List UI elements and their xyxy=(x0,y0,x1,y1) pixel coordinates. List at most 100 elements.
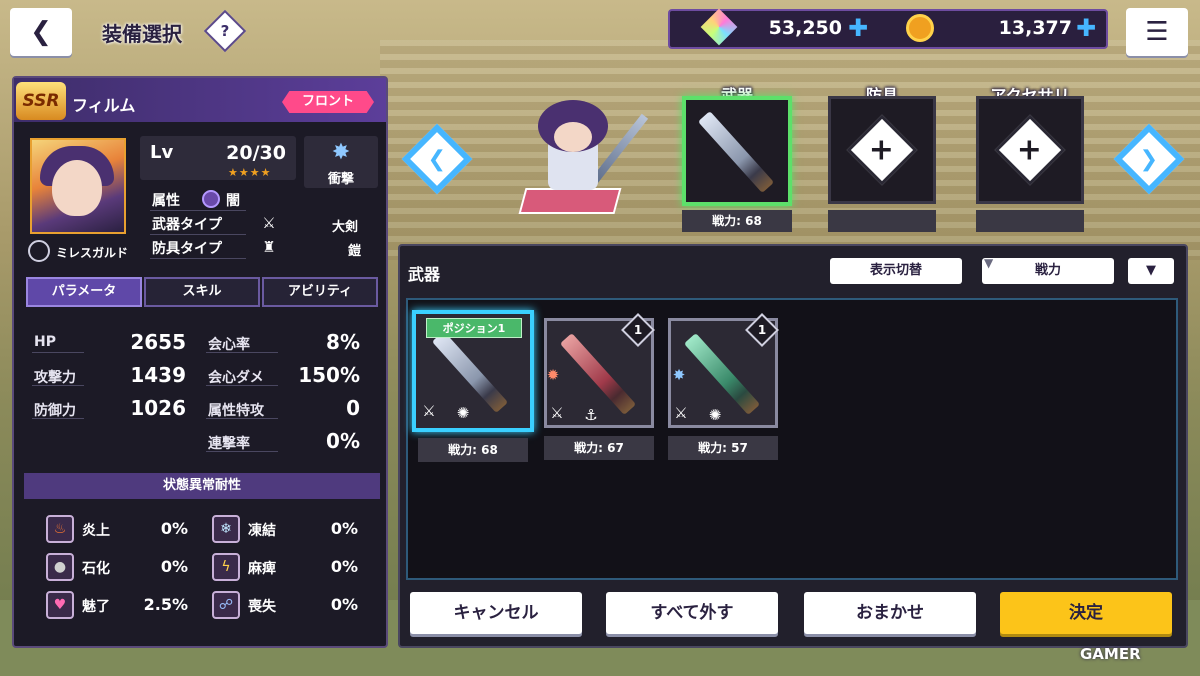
loss-icon: ☍ xyxy=(212,591,240,619)
stat-hp-value: 2655 xyxy=(130,330,186,354)
unequip-all-button[interactable]: すべて外す xyxy=(606,592,778,634)
paralysis-icon: ϟ xyxy=(212,553,240,581)
burst-icon: ✹ xyxy=(546,366,560,384)
star-rating: ★★★★ xyxy=(228,166,272,179)
stat-combo-rate-label: 連撃率 xyxy=(208,436,250,452)
sort-order-dropdown[interactable]: ▼ xyxy=(1128,258,1174,284)
rarity-badge: SSR xyxy=(16,82,66,120)
resist-petrify-value: 0% xyxy=(160,557,188,576)
resist-freeze-value: 0% xyxy=(330,519,358,538)
chevron-right-icon: ❯ xyxy=(1139,146,1159,172)
back-arrow-icon: ❮ xyxy=(30,17,52,47)
tab-abilities[interactable]: アビリティ xyxy=(262,277,378,307)
resist-petrify-label: 石化 xyxy=(82,561,110,577)
armor-type-label: 防具タイプ xyxy=(152,241,222,257)
greatsword-type-icon: ⚔ xyxy=(550,404,564,422)
greatsword-type-icon: ⚔ xyxy=(674,404,688,422)
coin-count: 13,377 xyxy=(998,17,1072,39)
weapon-type-value: 大剣 xyxy=(332,220,359,235)
fire-icon: ♨ xyxy=(46,515,74,543)
chibi-face xyxy=(554,122,592,152)
resist-charm-value: 2.5% xyxy=(143,595,188,614)
divider xyxy=(206,352,278,353)
stat-defense-label: 防御力 xyxy=(34,403,76,419)
resist-burn-value: 0% xyxy=(160,519,188,538)
divider xyxy=(150,210,246,211)
impact-icon: ✸ xyxy=(331,140,351,165)
weapon-card-power: 戦力: 57 xyxy=(668,436,778,460)
help-icon: ? xyxy=(220,22,230,40)
impact-icon: ✸ xyxy=(672,366,686,384)
portrait-face xyxy=(52,160,102,216)
resist-loss-label: 喪失 xyxy=(248,599,276,615)
resist-paralysis-label: 麻痺 xyxy=(248,561,276,577)
divider xyxy=(206,451,278,452)
sparkle-icon: ✺ xyxy=(708,406,722,424)
guild-emblem-icon xyxy=(28,240,50,262)
slot-armor-power xyxy=(828,210,936,232)
sort-menu-button[interactable]: ☰ xyxy=(1126,8,1188,56)
page-title: 装備選択 xyxy=(102,22,182,46)
level-value: 20/30 xyxy=(226,142,286,164)
dark-element-icon xyxy=(202,190,220,208)
attribute-value: 闇 xyxy=(226,193,240,209)
stat-element-bonus-label: 属性特攻 xyxy=(208,403,264,419)
attribute-label: 属性 xyxy=(152,193,180,209)
help-button[interactable]: ? xyxy=(203,9,247,53)
sparkle-icon: ✺ xyxy=(456,404,470,422)
guild-name: ミレスガルド xyxy=(56,246,129,260)
position-badge: フロント xyxy=(282,91,374,113)
divider xyxy=(150,258,246,259)
level-label: Lv xyxy=(150,142,174,163)
resist-charm-label: 魅了 xyxy=(82,599,110,615)
stat-hp-label: HP xyxy=(34,334,56,350)
tab-skills[interactable]: スキル xyxy=(144,277,260,307)
tab-parameters[interactable]: パラメータ xyxy=(26,277,142,307)
character-name: フィルム xyxy=(72,96,136,115)
armor-type-value: 鎧 xyxy=(348,244,362,259)
resist-paralysis-value: 0% xyxy=(330,557,358,576)
status-resist-header: 状態異常耐性 xyxy=(24,473,380,499)
stat-crit-damage-value: 150% xyxy=(298,363,360,387)
weapon-type-label: 武器タイプ xyxy=(152,217,222,233)
coin-icon xyxy=(906,14,934,42)
greatsword-icon: ⚔ xyxy=(262,214,276,232)
character-pedestal xyxy=(518,188,622,214)
heart-icon: ♥ xyxy=(46,591,74,619)
divider xyxy=(32,352,84,353)
slot-weapon-power: 戦力: 68 xyxy=(682,210,792,232)
add-coins-button[interactable]: ✚ xyxy=(1076,16,1096,40)
weapon-panel-title: 武器 xyxy=(408,265,441,284)
divider xyxy=(206,418,278,419)
resist-burn-label: 炎上 xyxy=(82,523,110,539)
watermark: GAMER xyxy=(1080,645,1141,663)
stat-attack-label: 攻撃力 xyxy=(34,370,76,386)
divider xyxy=(32,418,84,419)
back-button[interactable]: ❮ xyxy=(10,8,72,56)
stat-defense-value: 1026 xyxy=(130,396,186,420)
divider xyxy=(150,234,246,235)
divider xyxy=(206,385,278,386)
confirm-button[interactable]: 決定 xyxy=(1000,592,1172,634)
display-toggle-button[interactable]: 表示切替 xyxy=(830,258,962,284)
auto-equip-button[interactable]: おまかせ xyxy=(804,592,976,634)
weapon-card-power: 戦力: 67 xyxy=(544,436,654,460)
stat-attack-value: 1439 xyxy=(130,363,186,387)
position-tag: ポジション1 xyxy=(426,318,522,338)
resist-loss-value: 0% xyxy=(330,595,358,614)
add-gems-button[interactable]: ✚ xyxy=(848,16,868,40)
chevron-left-icon: ❮ xyxy=(427,146,447,172)
sort-menu-icon: ☰ xyxy=(1145,17,1169,47)
resist-freeze-label: 凍結 xyxy=(248,523,276,539)
sort-by-button[interactable]: 戦力 xyxy=(982,258,1114,284)
slot-accessory-power xyxy=(976,210,1084,232)
greatsword-type-icon: ⚔ xyxy=(422,402,436,420)
stat-element-bonus-value: 0 xyxy=(346,396,360,420)
snowflake-icon: ❄ xyxy=(212,515,240,543)
weapon-card-power: 戦力: 68 xyxy=(418,438,528,462)
cancel-button[interactable]: キャンセル xyxy=(410,592,582,634)
stat-combo-rate-value: 0% xyxy=(326,429,360,453)
gem-count: 53,250 xyxy=(768,17,842,39)
filter-icon: ▼ xyxy=(984,256,994,270)
divider xyxy=(32,385,84,386)
